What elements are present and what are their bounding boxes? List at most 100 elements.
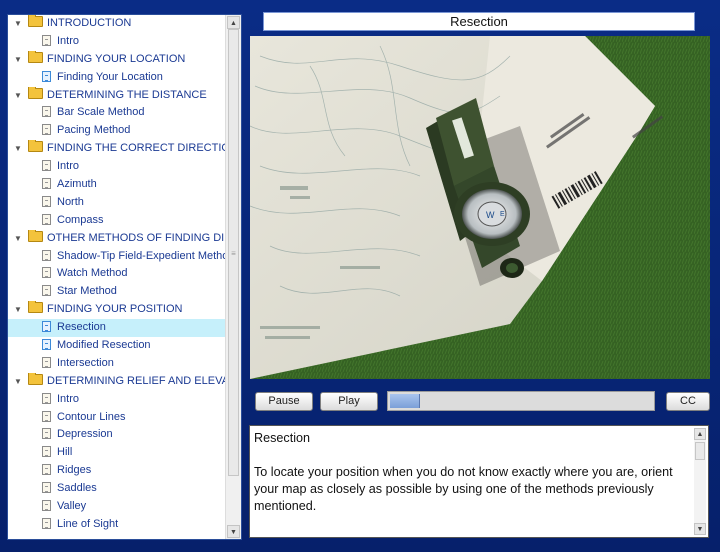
scroll-thumb[interactable]: ≡ xyxy=(228,29,239,476)
tree-item-label: Valley xyxy=(57,500,87,513)
tree-item-label: Resection xyxy=(57,321,106,334)
tree-chapter[interactable]: ▼ FINDING YOUR POSITION xyxy=(8,301,225,319)
tree-chapter[interactable]: ▼ FINDING YOUR LOCATION xyxy=(8,50,225,69)
tree-item-label: Finding Your Location xyxy=(57,70,163,83)
tree-item-label: Star Method xyxy=(57,285,117,298)
page-icon xyxy=(42,464,51,476)
page-icon xyxy=(42,321,51,333)
tree-topic[interactable]: Bar Scale Method xyxy=(8,104,225,122)
tree-item-label: Azimuth xyxy=(57,178,97,191)
page-icon xyxy=(42,249,51,261)
page-icon xyxy=(42,34,51,46)
tree-topic[interactable]: Hill xyxy=(8,444,225,462)
page-icon xyxy=(42,517,51,529)
tree-item-label: FINDING THE CORRECT DIRECTIO xyxy=(47,142,225,155)
expand-caret-icon[interactable]: ▼ xyxy=(14,140,26,158)
transcript-scroll-up-icon[interactable]: ▲ xyxy=(694,428,706,440)
page-icon xyxy=(42,285,51,297)
page-icon xyxy=(42,106,51,118)
transcript-scroll-thumb[interactable] xyxy=(695,442,705,460)
folder-icon xyxy=(28,86,43,99)
expand-caret-icon[interactable]: ▼ xyxy=(14,51,26,69)
page-icon xyxy=(42,428,51,440)
expand-caret-icon[interactable]: ▼ xyxy=(14,230,26,248)
video-player[interactable]: W E xyxy=(250,36,710,379)
tree-topic[interactable]: Depression xyxy=(8,426,225,444)
tree-item-label: Intro xyxy=(57,34,80,47)
tree-topic[interactable]: Intro xyxy=(8,391,225,409)
tree-item-label: Pacing Method xyxy=(57,124,131,137)
tree-item-label: Contour Lines xyxy=(57,410,126,423)
video-progress-bar[interactable] xyxy=(387,391,655,411)
scroll-down-arrow-icon[interactable]: ▼ xyxy=(227,525,240,538)
tree-topic[interactable]: Intersection xyxy=(8,355,225,373)
page-icon xyxy=(42,339,51,351)
play-button[interactable]: Play xyxy=(320,392,378,411)
expand-caret-icon[interactable]: ▼ xyxy=(14,373,26,391)
tree-topic[interactable]: Finding Your Location xyxy=(8,69,225,87)
page-icon xyxy=(42,195,51,207)
folder-icon xyxy=(28,372,43,385)
tree-topic[interactable]: Shadow-Tip Field-Expedient Metho xyxy=(8,248,225,266)
page-icon xyxy=(42,482,51,494)
tree-topic[interactable]: Watch Method xyxy=(8,265,225,283)
svg-text:E: E xyxy=(500,211,505,218)
tree-chapter[interactable]: ▼ DETERMINING THE DISTANCE xyxy=(8,86,225,105)
page-icon xyxy=(42,392,51,404)
tree-scrollbar[interactable]: ▲ ≡ ▼ xyxy=(225,15,241,539)
scroll-up-arrow-icon[interactable]: ▲ xyxy=(227,16,240,29)
transcript-panel: Resection To locate your position when y… xyxy=(249,425,709,538)
tree-item-label: Compass xyxy=(57,213,104,226)
folder-icon xyxy=(28,50,43,63)
folder-icon xyxy=(28,301,43,314)
tree-chapter[interactable]: ▼ INTRODUCTION xyxy=(8,15,225,33)
page-icon xyxy=(42,160,51,172)
transcript-scrollbar[interactable]: ▲ ▼ xyxy=(694,428,706,535)
transcript-heading: Resection xyxy=(254,431,311,445)
tree-item-label: FINDING YOUR LOCATION xyxy=(47,52,186,65)
tree-topic-selected[interactable]: Resection xyxy=(8,319,225,338)
tree-chapter[interactable]: ▼ FINDING THE CORRECT DIRECTIO xyxy=(8,140,225,158)
page-icon xyxy=(42,213,51,225)
tree-topic[interactable]: Contour Lines xyxy=(8,409,225,427)
tree-topic[interactable]: Saddles xyxy=(8,480,225,498)
tree-item-label: OTHER METHODS OF FINDING DIR xyxy=(47,231,225,244)
expand-caret-icon[interactable]: ▼ xyxy=(14,15,26,33)
tree-topic[interactable]: North xyxy=(8,194,225,212)
tree-topic[interactable]: Intro xyxy=(8,158,225,176)
folder-icon xyxy=(28,229,43,242)
page-icon xyxy=(42,124,51,136)
page-icon xyxy=(42,356,51,368)
tree-item-label: DETERMINING RELIEF AND ELEVAT xyxy=(47,374,225,387)
tree-topic[interactable]: Line of Sight xyxy=(8,516,225,534)
page-icon xyxy=(42,70,51,82)
tree-topic[interactable]: Star Method xyxy=(8,283,225,301)
tree-topic[interactable]: Valley xyxy=(8,498,225,516)
tree-topic[interactable]: Pacing Method xyxy=(8,122,225,140)
expand-caret-icon[interactable]: ▼ xyxy=(14,87,26,105)
tree-item-label: FINDING YOUR POSITION xyxy=(47,303,183,316)
folder-icon xyxy=(28,15,43,27)
transcript-body: To locate your position when you do not … xyxy=(254,465,673,513)
pause-button[interactable]: Pause xyxy=(255,392,313,411)
tree-topic[interactable]: Intro xyxy=(8,33,225,51)
transcript-scroll-down-icon[interactable]: ▼ xyxy=(694,523,706,535)
tree-chapter[interactable]: ▼ DETERMINING RELIEF AND ELEVAT xyxy=(8,372,225,391)
tree-topic[interactable]: Ridges xyxy=(8,462,225,480)
svg-text:W: W xyxy=(486,210,495,220)
tree-item-label: Saddles xyxy=(57,482,97,495)
tree-topic[interactable]: Modified Resection xyxy=(8,337,225,355)
expand-caret-icon[interactable]: ▼ xyxy=(14,301,26,319)
page-icon xyxy=(42,500,51,512)
page-icon xyxy=(42,178,51,190)
tree-item-label: Bar Scale Method xyxy=(57,106,145,119)
lesson-tree-panel: ▼ INTRODUCTION Intro ▼ FINDING YOUR LOCATION… xyxy=(7,14,242,540)
page-icon xyxy=(42,267,51,279)
tree-topic[interactable]: Azimuth xyxy=(8,176,225,194)
tree-chapter[interactable]: ▼ OTHER METHODS OF FINDING DIR xyxy=(8,229,225,248)
tree-topic[interactable]: Compass xyxy=(8,212,225,230)
tree-item-label: Line of Sight xyxy=(57,517,119,530)
closed-captions-button[interactable]: CC xyxy=(666,392,710,411)
tree-item-label: Modified Resection xyxy=(57,339,151,352)
tree-item-label: Intersection xyxy=(57,356,114,369)
